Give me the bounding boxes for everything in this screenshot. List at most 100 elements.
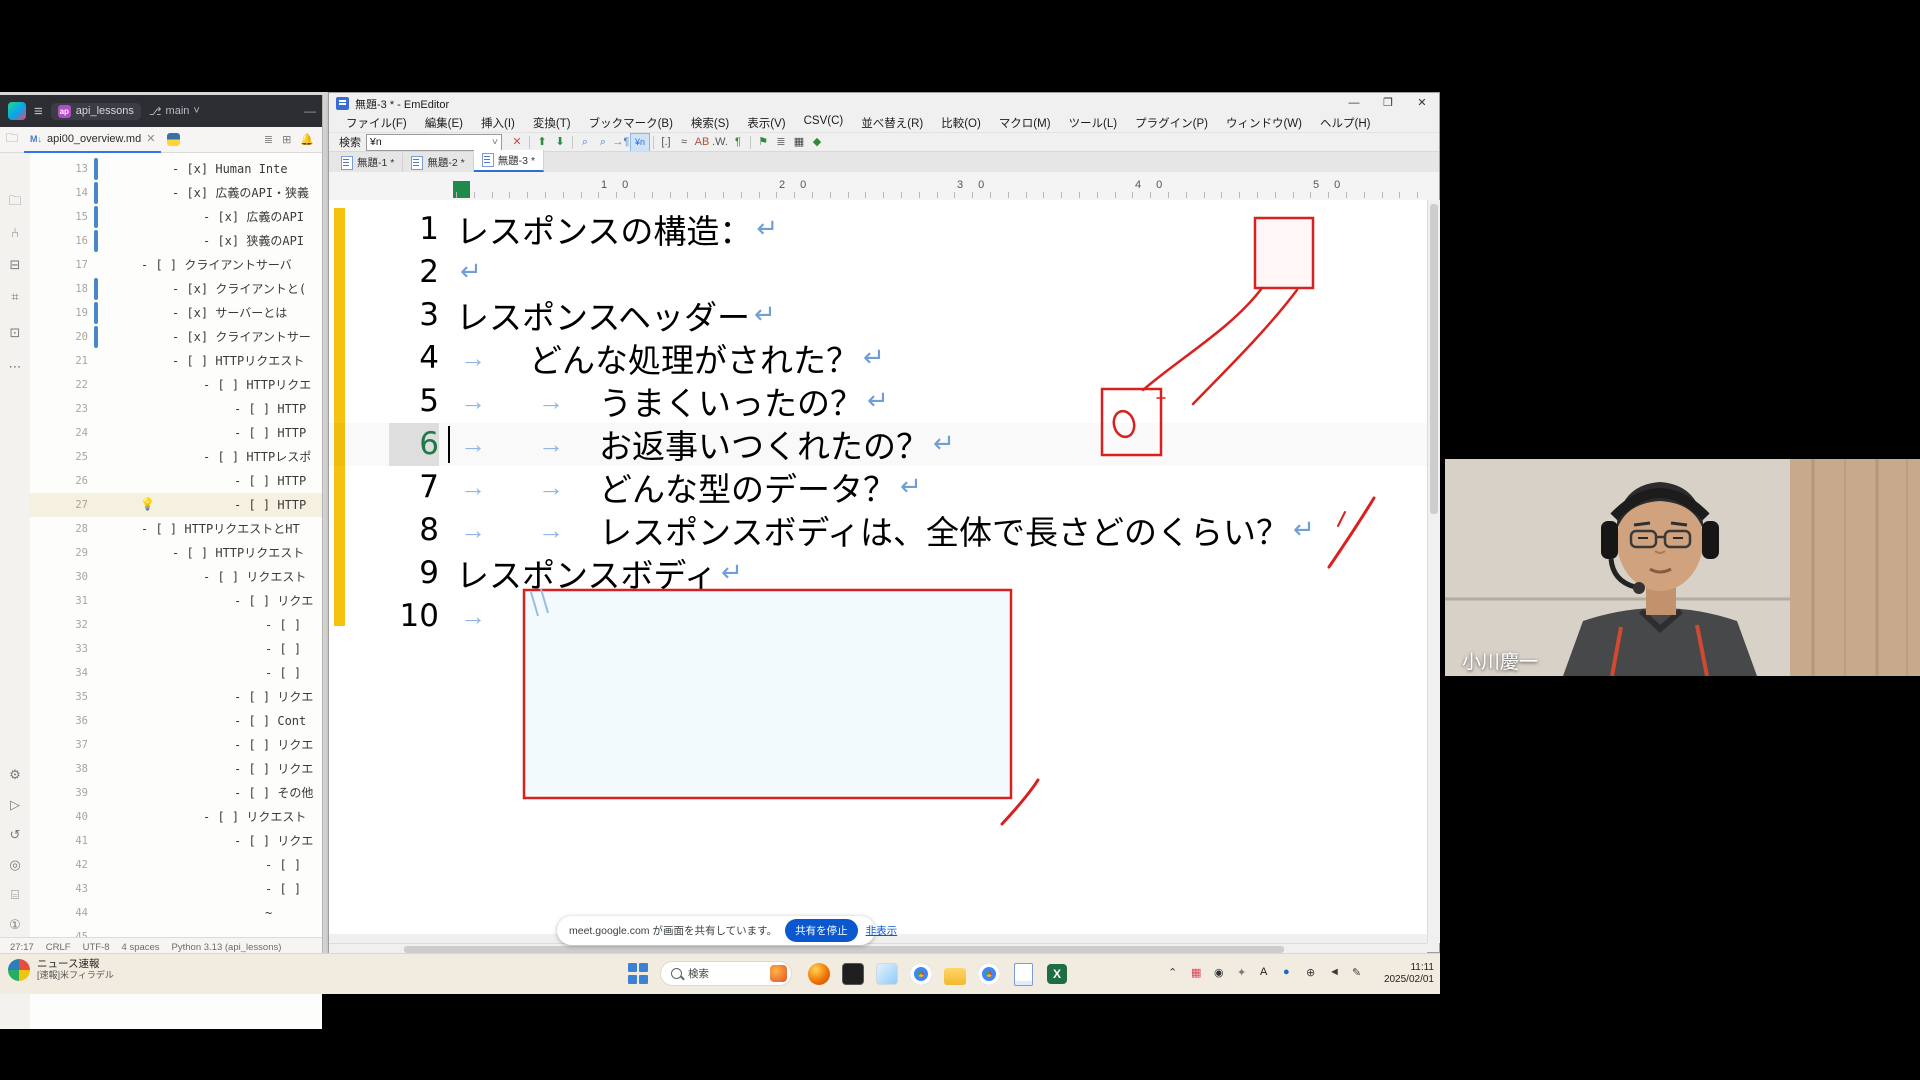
- pycharm-line-29[interactable]: 29- [ ] HTTPリクエスト: [30, 541, 322, 565]
- project-selector[interactable]: ap api_lessons: [51, 103, 141, 120]
- status-item[interactable]: 4 spaces: [122, 942, 160, 953]
- replace-in-files-icon[interactable]: ⌕: [594, 134, 612, 151]
- vertical-scrollbar[interactable]: [1427, 200, 1440, 943]
- split-icon[interactable]: ⊞: [282, 133, 291, 146]
- taskbar-app-photos-icon[interactable]: [874, 961, 900, 987]
- menu-ウィンドウ(W)[interactable]: ウィンドウ(W): [1219, 114, 1309, 132]
- document-tab-無題-3 *[interactable]: 無題-3 *: [474, 150, 544, 172]
- status-item[interactable]: CRLF: [46, 942, 71, 953]
- menu-表示(V)[interactable]: 表示(V): [740, 114, 792, 132]
- match-case-icon[interactable]: AB: [693, 134, 711, 151]
- doc-line-8[interactable]: 8→→レスポンスボディは、全体で長さどのくらい？↵: [329, 509, 1427, 552]
- terminal-icon[interactable]: ⌸: [7, 887, 23, 903]
- emeditor-document[interactable]: 1レスポンスの構造：↵2↵3レスポンスヘッダー↵4→どんな処理がされた？↵5→→…: [329, 200, 1427, 934]
- ime-icon[interactable]: A: [1260, 966, 1267, 978]
- project-folder-icon[interactable]: 🗀: [6, 129, 18, 150]
- lines-icon[interactable]: ≣: [772, 134, 790, 151]
- doc-line-6[interactable]: 6→→お返事いつくれたの？↵: [329, 423, 1427, 466]
- pycharm-line-20[interactable]: 20- [x] クライアントサー: [30, 325, 322, 349]
- pycharm-line-44[interactable]: 44~: [30, 901, 322, 925]
- debug-icon[interactable]: ↺: [7, 827, 23, 843]
- pycharm-line-23[interactable]: 23- [ ] HTTP: [30, 397, 322, 421]
- pycharm-line-38[interactable]: 38- [ ] リクエ: [30, 757, 322, 781]
- find-in-files-icon[interactable]: ⌕: [576, 134, 594, 151]
- pycharm-line-31[interactable]: 31- [ ] リクエ: [30, 589, 322, 613]
- minimize-button[interactable]: —: [304, 104, 322, 118]
- pycharm-line-37[interactable]: 37- [ ] リクエ: [30, 733, 322, 757]
- pycharm-line-41[interactable]: 41- [ ] リクエ: [30, 829, 322, 853]
- pycharm-line-40[interactable]: 40- [ ] リクエスト: [30, 805, 322, 829]
- pycharm-line-39[interactable]: 39- [ ] その他: [30, 781, 322, 805]
- grid-icon[interactable]: ▦: [790, 134, 808, 151]
- notifications-icon[interactable]: 🔔: [300, 133, 314, 146]
- menu-ブックマーク(B)[interactable]: ブックマーク(B): [582, 114, 680, 132]
- tray-app2-icon[interactable]: ◉: [1214, 966, 1224, 979]
- menu-ヘルプ(H)[interactable]: ヘルプ(H): [1313, 114, 1377, 132]
- tray-app3-icon[interactable]: ✦: [1237, 966, 1246, 979]
- structure-icon[interactable]: ⊟: [7, 257, 23, 273]
- taskbar-app-explorer-icon[interactable]: [942, 961, 968, 987]
- macro-icon[interactable]: ◆: [808, 134, 826, 151]
- pen-icon[interactable]: ✎: [1352, 966, 1361, 979]
- problems-icon[interactable]: ①: [7, 917, 23, 933]
- widgets-button[interactable]: ニュース速報 [速報]米フィラデル: [8, 958, 114, 981]
- services-icon[interactable]: ⊡: [7, 325, 23, 341]
- taskbar-app-terminal-icon[interactable]: [840, 961, 866, 987]
- close-button[interactable]: ✕: [1405, 94, 1439, 114]
- menu-並べ替え(R)[interactable]: 並べ替え(R): [854, 114, 930, 132]
- document-tab-無題-2 *[interactable]: 無題-2 *: [403, 153, 473, 172]
- editor-tab-api00-overview[interactable]: M↓ api00_overview.md ✕: [24, 126, 161, 153]
- volume-icon[interactable]: ◄: [1329, 966, 1340, 978]
- hamburger-menu-icon[interactable]: ≡: [34, 103, 43, 120]
- tray-app1-icon[interactable]: ▦: [1191, 966, 1201, 979]
- menu-ツール(L)[interactable]: ツール(L): [1062, 114, 1125, 132]
- doc-line-4[interactable]: 4→どんな処理がされた？↵: [329, 337, 1427, 380]
- fuzzy-icon[interactable]: ≈: [675, 134, 693, 151]
- pycharm-line-16[interactable]: 16- [x] 狭義のAPI: [30, 229, 322, 253]
- python-packages-icon[interactable]: ◎: [7, 857, 23, 873]
- bookmark-icon[interactable]: ⚑: [754, 134, 772, 151]
- whole-word-icon[interactable]: .W.: [711, 134, 729, 151]
- pycharm-line-24[interactable]: 24- [ ] HTTP: [30, 421, 322, 445]
- taskbar-app-firefox-icon[interactable]: [806, 961, 832, 987]
- run-icon[interactable]: ▷: [7, 797, 23, 813]
- taskbar-app-chrome-icon[interactable]: [908, 961, 934, 987]
- chevron-down-icon[interactable]: ˅: [492, 136, 498, 148]
- pull-request-icon[interactable]: ⌗: [7, 289, 23, 305]
- pycharm-line-14[interactable]: 14- [x] 広義のAPI・狭義: [30, 181, 322, 205]
- doc-line-5[interactable]: 5→→うまくいったの？↵: [329, 380, 1427, 423]
- find-previous-icon[interactable]: ⬆: [533, 134, 551, 151]
- taskbar-app-chrome-meet-icon[interactable]: [976, 961, 1002, 987]
- clear-icon[interactable]: ✕: [508, 134, 526, 151]
- escape-seq-icon[interactable]: ¥n: [630, 133, 650, 152]
- close-tab-icon[interactable]: ✕: [146, 132, 155, 145]
- pycharm-line-18[interactable]: 18- [x] クライアントと(: [30, 277, 322, 301]
- search-input[interactable]: ¥n ˅: [366, 134, 502, 151]
- maximize-button[interactable]: ❐: [1371, 94, 1405, 114]
- taskbar-app-notepad-icon[interactable]: [1010, 961, 1036, 987]
- more-icon[interactable]: ⋯: [7, 359, 23, 375]
- pycharm-line-13[interactable]: 13- [x] Human Inte: [30, 157, 322, 181]
- scrollbar-thumb[interactable]: [404, 946, 1284, 953]
- pycharm-line-15[interactable]: 15- [x] 広義のAPI: [30, 205, 322, 229]
- pycharm-line-35[interactable]: 35- [ ] リクエ: [30, 685, 322, 709]
- paragraph-icon[interactable]: ¶: [729, 134, 747, 151]
- pycharm-line-33[interactable]: 33- [ ]: [30, 637, 322, 661]
- doc-line-9[interactable]: 9レスポンスボディ↵: [329, 552, 1427, 595]
- menu-ファイル(F)[interactable]: ファイル(F): [339, 114, 414, 132]
- network-icon[interactable]: ⊕: [1306, 966, 1315, 979]
- status-item[interactable]: Python 3.13 (api_lessons): [172, 942, 282, 953]
- pycharm-line-17[interactable]: 17- [ ] クライアントサーバ: [30, 253, 322, 277]
- taskbar-search[interactable]: 検索: [660, 961, 792, 986]
- pycharm-line-25[interactable]: 25- [ ] HTTPレスポ: [30, 445, 322, 469]
- doc-line-3[interactable]: 3レスポンスヘッダー↵: [329, 294, 1427, 337]
- pycharm-line-26[interactable]: 26- [ ] HTTP: [30, 469, 322, 493]
- branch-selector[interactable]: ⎇ main ˅: [149, 105, 200, 118]
- structure-icon[interactable]: ≣: [264, 133, 273, 146]
- settings-icon[interactable]: ⚙: [7, 767, 23, 783]
- menu-変換(T)[interactable]: 変換(T): [526, 114, 578, 132]
- pycharm-line-36[interactable]: 36- [ ] Cont: [30, 709, 322, 733]
- taskbar-clock[interactable]: 11:11 2025/02/01: [1372, 962, 1434, 986]
- stop-sharing-button[interactable]: 共有を停止: [785, 919, 858, 942]
- intention-bulb-icon[interactable]: 💡: [140, 497, 155, 511]
